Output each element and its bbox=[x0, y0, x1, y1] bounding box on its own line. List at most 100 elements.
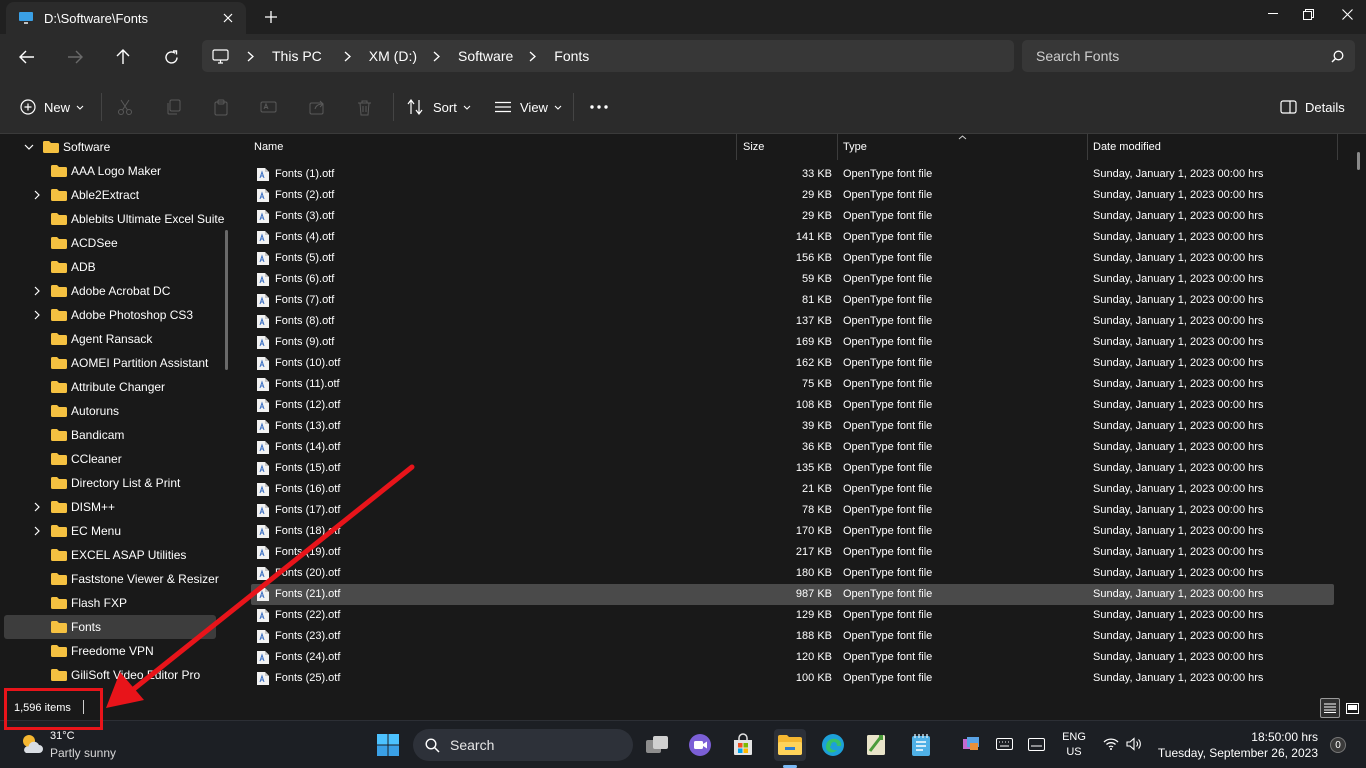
up-button[interactable] bbox=[107, 42, 139, 72]
chevron-right-icon[interactable] bbox=[30, 500, 44, 514]
sidebar-item[interactable]: ACDSee bbox=[4, 231, 216, 255]
restore-button[interactable] bbox=[1289, 0, 1327, 28]
window-tab[interactable]: D:\Software\Fonts bbox=[6, 2, 246, 34]
chevron-right-icon[interactable] bbox=[429, 51, 444, 62]
volume-icon[interactable] bbox=[1125, 735, 1143, 753]
chevron-right-icon[interactable] bbox=[30, 308, 44, 322]
paste-button[interactable] bbox=[213, 92, 229, 122]
delete-button[interactable] bbox=[357, 92, 372, 122]
file-row[interactable]: Fonts (11).otf 75 KB OpenType font file Sun… bbox=[251, 374, 1334, 395]
chevron-right-icon[interactable] bbox=[243, 51, 258, 62]
file-row[interactable]: Fonts (8).otf 137 KB OpenType font file Sun… bbox=[251, 311, 1334, 332]
forward-button[interactable] bbox=[59, 42, 91, 72]
breadcrumb-this-pc[interactable]: This PC bbox=[264, 48, 330, 64]
sidebar-item[interactable]: Freedome VPN bbox=[4, 639, 216, 663]
sidebar-item[interactable]: Agent Ransack bbox=[4, 327, 216, 351]
notepad-plus-button[interactable] bbox=[860, 729, 892, 761]
sidebar-item[interactable]: Flash FXP bbox=[4, 591, 216, 615]
keyboard-icon[interactable] bbox=[995, 735, 1013, 753]
sidebar-item[interactable]: AAA Logo Maker bbox=[4, 159, 216, 183]
column-header-date-modified[interactable]: Date modified bbox=[1093, 134, 1161, 160]
file-row[interactable]: Fonts (4).otf 141 KB OpenType font file Sun… bbox=[251, 227, 1334, 248]
breadcrumb-drive[interactable]: XM (D:) bbox=[361, 48, 425, 64]
column-divider[interactable] bbox=[837, 134, 838, 160]
address-bar[interactable]: This PC XM (D:) Software Fonts bbox=[202, 40, 1014, 72]
sidebar-scrollbar[interactable] bbox=[225, 230, 228, 370]
sidebar-item[interactable]: DISM++ bbox=[4, 495, 216, 519]
input-language[interactable]: ENG US bbox=[1060, 730, 1088, 760]
file-row[interactable]: Fonts (2).otf 29 KB OpenType font file Sund… bbox=[251, 185, 1334, 206]
close-tab-icon[interactable] bbox=[216, 6, 240, 30]
back-button[interactable] bbox=[11, 42, 43, 72]
sidebar-item[interactable]: ADB bbox=[4, 255, 216, 279]
weather-temperature[interactable]: 31°C bbox=[50, 730, 75, 742]
notification-badge[interactable]: 0 bbox=[1330, 737, 1346, 753]
file-row[interactable]: Fonts (12).otf 108 KB OpenType font file Su… bbox=[251, 395, 1334, 416]
sidebar-item[interactable]: Attribute Changer bbox=[4, 375, 216, 399]
file-row[interactable]: Fonts (19).otf 217 KB OpenType font file Su… bbox=[251, 542, 1334, 563]
new-button[interactable]: New bbox=[20, 92, 84, 122]
sidebar-item[interactable]: Autoruns bbox=[4, 399, 216, 423]
column-divider[interactable] bbox=[736, 134, 737, 160]
chevron-right-icon[interactable] bbox=[30, 188, 44, 202]
file-row[interactable]: Fonts (6).otf 59 KB OpenType font file Sund… bbox=[251, 269, 1334, 290]
column-header-size[interactable]: Size bbox=[743, 134, 764, 160]
more-options-button[interactable] bbox=[590, 92, 608, 122]
column-header-name[interactable]: Name bbox=[254, 134, 283, 160]
breadcrumb-fonts[interactable]: Fonts bbox=[546, 48, 597, 64]
chevron-right-icon[interactable] bbox=[525, 51, 540, 62]
search-input[interactable]: Search Fonts bbox=[1036, 48, 1319, 64]
weather-icon[interactable] bbox=[18, 731, 44, 757]
chevron-right-icon[interactable] bbox=[30, 284, 44, 298]
file-row[interactable]: Fonts (22).otf 129 KB OpenType font file Su… bbox=[251, 605, 1334, 626]
copy-button[interactable] bbox=[165, 92, 181, 122]
chevron-right-icon[interactable] bbox=[340, 51, 355, 62]
start-button[interactable] bbox=[372, 729, 404, 761]
file-row[interactable]: Fonts (1).otf 33 KB OpenType font file Sund… bbox=[251, 164, 1334, 185]
file-row[interactable]: Fonts (14).otf 36 KB OpenType font file Sun… bbox=[251, 437, 1334, 458]
cut-button[interactable] bbox=[117, 92, 133, 122]
sidebar-item[interactable]: Able2Extract bbox=[4, 183, 216, 207]
sidebar-item[interactable]: Bandicam bbox=[4, 423, 216, 447]
sort-button[interactable]: Sort bbox=[407, 92, 471, 122]
file-row[interactable]: Fonts (24).otf 120 KB OpenType font file Su… bbox=[251, 647, 1334, 668]
clock-time[interactable]: 18:50:00 hrs bbox=[1251, 730, 1318, 744]
sidebar-item[interactable]: Directory List & Print bbox=[4, 471, 216, 495]
file-row[interactable]: Fonts (20).otf 180 KB OpenType font file Su… bbox=[251, 563, 1334, 584]
wifi-icon[interactable] bbox=[1102, 735, 1120, 753]
file-row[interactable]: Fonts (23).otf 188 KB OpenType font file Su… bbox=[251, 626, 1334, 647]
sidebar-item[interactable]: EXCEL ASAP Utilities bbox=[4, 543, 216, 567]
weather-description[interactable]: Partly sunny bbox=[50, 746, 116, 760]
column-header-type[interactable]: Type bbox=[843, 134, 867, 160]
notepad-button[interactable] bbox=[905, 729, 937, 761]
rename-button[interactable] bbox=[260, 92, 277, 122]
teams-chat-button[interactable] bbox=[684, 729, 716, 761]
file-row[interactable]: Fonts (15).otf 135 KB OpenType font file Su… bbox=[251, 458, 1334, 479]
file-row[interactable]: Fonts (25).otf 100 KB OpenType font file Su… bbox=[251, 668, 1334, 689]
file-row[interactable]: Fonts (3).otf 29 KB OpenType font file Sund… bbox=[251, 206, 1334, 227]
column-divider[interactable] bbox=[1337, 134, 1338, 160]
file-row[interactable]: Fonts (7).otf 81 KB OpenType font file Sund… bbox=[251, 290, 1334, 311]
details-view-button[interactable] bbox=[1320, 698, 1340, 718]
search-box[interactable]: Search Fonts bbox=[1022, 40, 1355, 72]
search-icon[interactable] bbox=[1319, 50, 1355, 63]
sidebar-item[interactable]: CCleaner bbox=[4, 447, 216, 471]
file-row[interactable]: Fonts (17).otf 78 KB OpenType font file Sun… bbox=[251, 500, 1334, 521]
tray-app-icon[interactable] bbox=[962, 735, 980, 753]
task-view-button[interactable] bbox=[641, 729, 673, 761]
share-button[interactable] bbox=[309, 92, 325, 122]
chevron-down-icon[interactable] bbox=[22, 140, 36, 154]
sidebar-item-software[interactable]: Software bbox=[4, 135, 216, 159]
sidebar-item[interactable]: GiliSoft Video Editor Pro bbox=[4, 663, 216, 687]
file-row[interactable]: Fonts (21).otf 987 KB OpenType font file Su… bbox=[251, 584, 1334, 605]
minimize-button[interactable] bbox=[1254, 0, 1292, 28]
refresh-button[interactable] bbox=[155, 42, 187, 72]
sidebar-item[interactable]: Faststone Viewer & Resizer bbox=[4, 567, 219, 591]
chevron-right-icon[interactable] bbox=[30, 524, 44, 538]
file-row[interactable]: Fonts (10).otf 162 KB OpenType font file Su… bbox=[251, 353, 1334, 374]
edge-browser-button[interactable] bbox=[817, 729, 849, 761]
file-row[interactable]: Fonts (16).otf 21 KB OpenType font file Sun… bbox=[251, 479, 1334, 500]
column-divider[interactable] bbox=[1087, 134, 1088, 160]
tiles-view-button[interactable] bbox=[1342, 698, 1362, 718]
file-list-scrollbar[interactable] bbox=[1357, 152, 1360, 170]
